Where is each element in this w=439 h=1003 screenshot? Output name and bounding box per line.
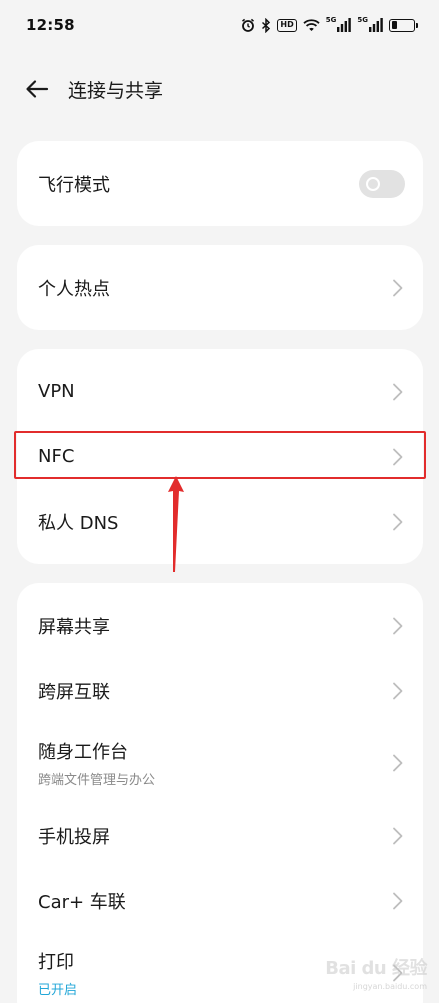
- chevron-right-icon: [391, 616, 405, 636]
- row-workstation[interactable]: 随身工作台 跨端文件管理与办公: [17, 723, 423, 803]
- wifi-icon: [303, 17, 320, 33]
- annotation-arrow-icon: [168, 476, 184, 572]
- status-time: 12:58: [26, 16, 75, 34]
- card-airplane: 飞行模式: [17, 141, 423, 226]
- row-label: 打印: [38, 952, 74, 973]
- row-carplus[interactable]: Car+ 车联: [17, 868, 423, 933]
- chevron-right-icon: [391, 447, 405, 467]
- row-label: 跨屏互联: [38, 681, 110, 703]
- chevron-right-icon: [391, 963, 405, 983]
- row-subtitle: 跨端文件管理与办公: [38, 773, 156, 788]
- chevron-right-icon: [391, 826, 405, 846]
- row-nfc[interactable]: NFC: [17, 424, 423, 489]
- row-vpn[interactable]: VPN: [17, 359, 423, 424]
- toggle-knob: [366, 176, 380, 191]
- net-label-2: 5G: [357, 16, 368, 24]
- row-cross-screen[interactable]: 跨屏互联: [17, 658, 423, 723]
- page-title: 连接与共享: [68, 79, 164, 102]
- battery-fill: [391, 21, 397, 29]
- chevron-right-icon: [391, 753, 405, 773]
- row-private-dns[interactable]: 私人 DNS: [17, 489, 423, 554]
- arrow-left-icon[interactable]: [24, 76, 50, 102]
- card-network: VPN NFC 私人 DNS: [17, 349, 423, 564]
- row-label: 手机投屏: [38, 826, 110, 848]
- hd-badge: HD: [277, 18, 297, 32]
- row-label: 随身工作台: [38, 742, 128, 763]
- net-label-1: 5G: [325, 16, 337, 24]
- row-subtitle: 已开启: [38, 983, 78, 998]
- row-label: VPN: [38, 381, 75, 402]
- row-label: 屏幕共享: [38, 616, 110, 638]
- signal-5g-icon-2: 5G: [357, 17, 383, 33]
- row-airplane-mode[interactable]: 飞行模式: [17, 141, 423, 226]
- chevron-right-icon: [391, 512, 405, 532]
- row-label: 个人热点: [38, 278, 110, 300]
- row-label: Car+ 车联: [38, 891, 126, 913]
- airplane-mode-toggle[interactable]: [359, 169, 405, 198]
- chevron-right-icon: [391, 681, 405, 701]
- row-text: 随身工作台 跨端文件管理与办公: [38, 738, 155, 788]
- row-print[interactable]: 打印 已开启: [17, 933, 423, 1003]
- row-hotspot[interactable]: 个人热点: [17, 245, 423, 330]
- status-icons: HD 5G 5G: [241, 17, 418, 33]
- chevron-right-icon: [391, 891, 405, 911]
- chevron-right-icon: [391, 278, 405, 298]
- card-sharing: 屏幕共享 跨屏互联 随身工作台 跨端文件管理与办公 手机投屏 Car+ 车联 打: [17, 583, 423, 1003]
- page-header: 连接与共享: [0, 62, 439, 116]
- row-label: 私人 DNS: [38, 512, 119, 534]
- alarm-icon: [241, 17, 255, 33]
- card-hotspot: 个人热点: [17, 245, 423, 330]
- row-label: 飞行模式: [38, 174, 110, 196]
- row-screen-share[interactable]: 屏幕共享: [17, 593, 423, 658]
- signal-5g-icon-1: 5G: [326, 17, 352, 33]
- chevron-right-icon: [391, 382, 405, 402]
- battery-icon: [389, 18, 418, 32]
- status-bar: 12:58 HD 5G 5G: [0, 0, 439, 50]
- row-text: 打印 已开启: [38, 948, 77, 998]
- row-cast[interactable]: 手机投屏: [17, 803, 423, 868]
- row-label: NFC: [38, 446, 75, 467]
- bluetooth-icon: [261, 17, 271, 33]
